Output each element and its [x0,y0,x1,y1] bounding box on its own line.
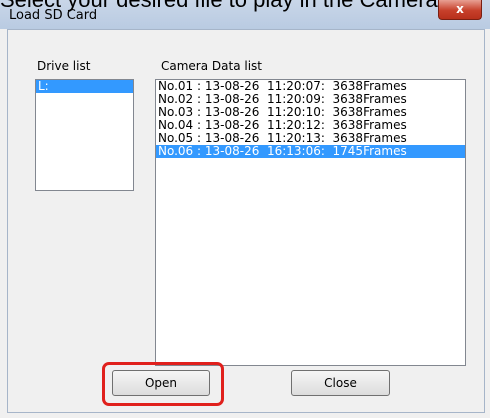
drive-list-label: Drive list [37,59,91,73]
camera-data-list[interactable]: No.01 : 13-08-26 11:20:07: 3638Frames No… [155,79,466,366]
drive-list-item[interactable]: L: [36,80,133,93]
camera-data-item-06[interactable]: No.06 : 13-08-26 16:13:06: 1745Frames [156,145,465,158]
load-sd-card-dialog: Load SD Card x Drive list L: Camera Data… [0,0,490,418]
dialog-client-area: Drive list L: Camera Data list No.01 : 1… [7,29,485,413]
close-button[interactable]: Close [291,370,390,396]
camera-data-list-label: Camera Data list [161,59,262,73]
open-button[interactable]: Open [112,370,210,396]
instruction-banner: Select your desired file to play in the … [0,0,490,15]
drive-list[interactable]: L: [35,79,134,191]
